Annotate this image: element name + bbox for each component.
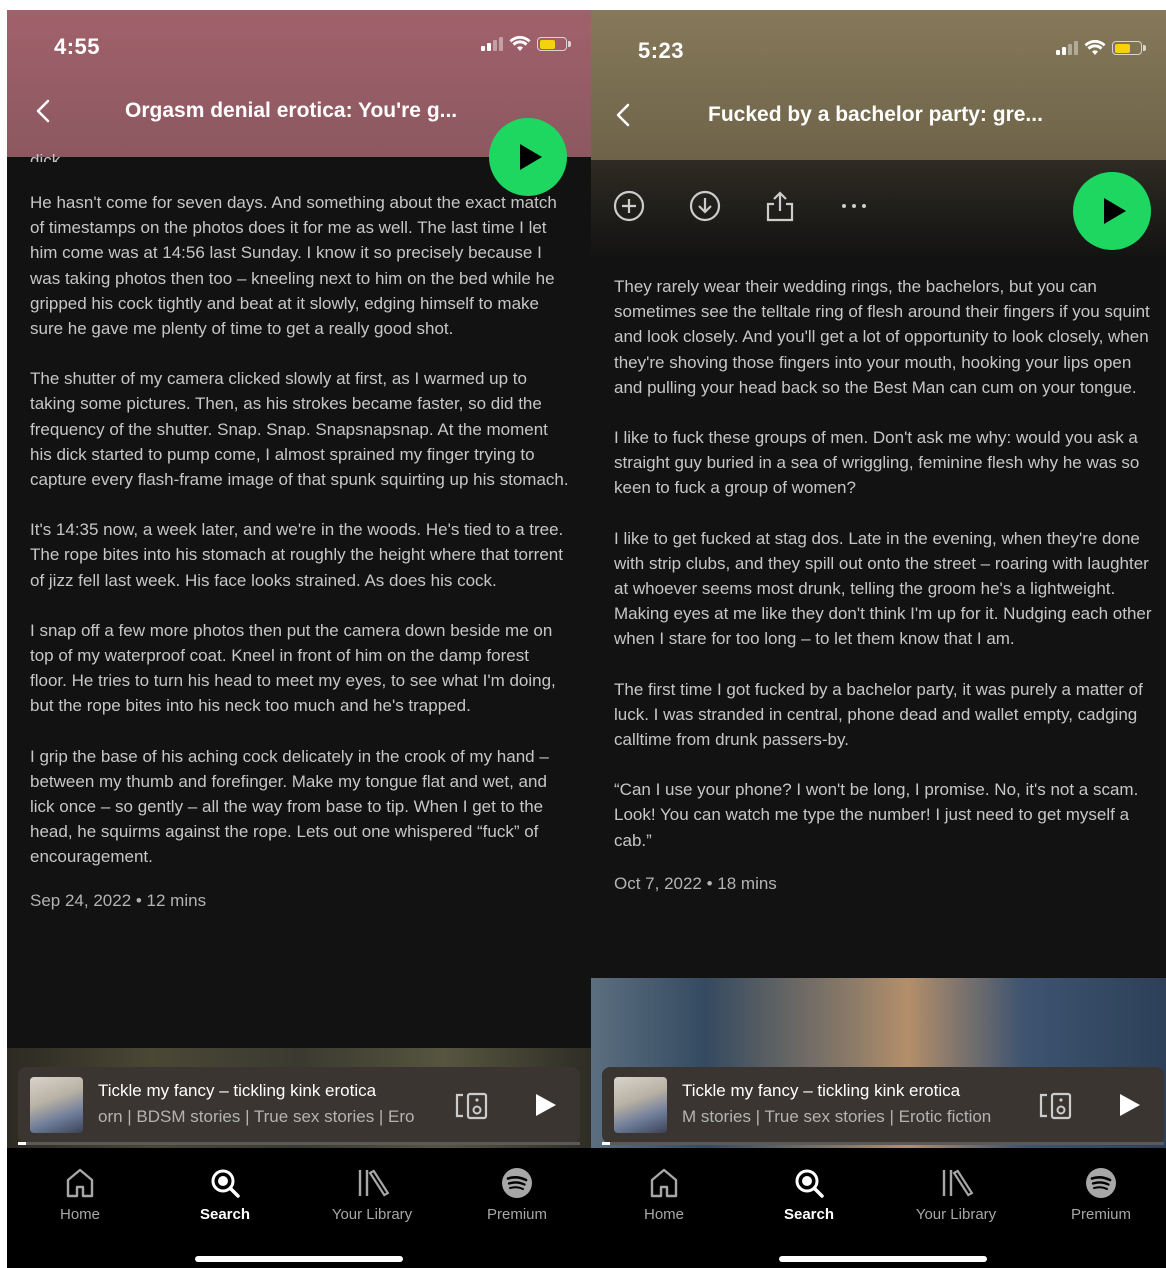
paragraph: I like to get fucked at stag dos. Late i… [614,528,1152,649]
nav-label: Premium [1070,1206,1131,1223]
nav-label: Your Library [331,1206,413,1223]
wifi-icon [1084,40,1106,55]
mini-player-subtitle: M stories | True sex stories | Erotic fi… [682,1107,992,1126]
mini-player[interactable]: Tickle my fancy – tickling kink erotica … [18,1067,580,1143]
nav-label: Search [783,1206,835,1223]
nav-home[interactable]: Home [604,1166,724,1223]
status-icons [481,36,571,52]
share-icon[interactable] [765,190,795,222]
nav-home[interactable]: Home [20,1166,140,1223]
device-icon[interactable] [1038,1091,1074,1121]
paragraph: They rarely wear their wedding rings, th… [614,277,1150,397]
back-chevron-icon[interactable] [611,102,635,128]
home-icon [66,1168,94,1198]
episode-meta: Oct 7, 2022 • 18 mins [614,873,777,893]
nav-premium[interactable]: Premium [1041,1166,1161,1223]
library-icon [942,1169,973,1197]
back-chevron-icon[interactable] [31,98,55,124]
nav-label: Home [59,1206,100,1223]
paragraph: The first time I got fucked by a bachelo… [614,679,1143,750]
right-screen: 5:23 Fucked by a bachelor party: gre... … [591,10,1166,1268]
mini-play-icon[interactable] [1120,1094,1140,1116]
play-icon [1104,198,1126,224]
wifi-icon [509,36,531,51]
battery-icon [537,37,571,51]
nav-label: Your Library [915,1206,997,1223]
bottom-nav: Home Search Your Library Premium [591,1148,1166,1268]
episode-header: 5:23 Fucked by a bachelor party: gre... [591,10,1166,160]
episode-description: dick. He hasn't come for seven days. And… [30,151,570,913]
more-icon[interactable] [839,190,869,222]
status-icons [1056,40,1146,56]
mini-play-icon[interactable] [536,1094,556,1116]
mini-player-artwork [30,1077,83,1133]
signal-icon [481,37,503,51]
nav-label: Home [643,1206,684,1223]
spotify-icon [1086,1168,1116,1198]
mini-player-title: Tickle my fancy – tickling kink erotica [682,1081,961,1100]
nav-search[interactable]: Search [749,1166,869,1223]
paragraph: I snap off a few more photos then put th… [30,620,556,716]
paragraph: It's 14:35 now, a week later, and we're … [30,520,564,590]
cut-off-text: dick. [30,151,65,162]
episode-title: Fucked by a bachelor party: gre... [708,103,1043,126]
nav-library[interactable]: Your Library [896,1166,1016,1223]
home-indicator [195,1256,403,1262]
paragraph: I grip the base of his aching cock delic… [30,746,549,867]
mini-player-artwork [614,1077,667,1133]
home-indicator [779,1256,987,1262]
download-icon[interactable] [689,190,721,222]
mini-player-title: Tickle my fancy – tickling kink erotica [98,1081,377,1100]
play-button[interactable] [1073,172,1151,250]
left-screen: 4:55 Orgasm denial erotica: You're g... … [7,10,591,1268]
nav-premium[interactable]: Premium [457,1166,577,1223]
playback-progress [602,1142,1164,1145]
episode-meta: Sep 24, 2022 • 12 mins [30,890,207,910]
spotify-icon [502,1168,532,1198]
battery-icon [1112,41,1146,55]
nav-search[interactable]: Search [165,1166,285,1223]
playback-progress [18,1142,580,1145]
paragraph: The shutter of my camera clicked slowly … [30,369,569,490]
search-icon [211,1169,240,1198]
device-icon[interactable] [454,1091,490,1121]
nav-label: Search [199,1206,251,1223]
status-time: 4:55 [54,34,101,59]
paragraph: “Can I use your phone? I won't be long, … [614,780,1139,850]
play-button[interactable] [489,118,567,196]
nav-label: Premium [486,1206,547,1223]
home-icon [650,1168,678,1198]
nav-library[interactable]: Your Library [312,1166,432,1223]
search-icon [795,1169,824,1198]
paragraph: He hasn't come for seven days. And somet… [30,193,557,339]
episode-actions [613,190,869,222]
bottom-nav: Home Search Your Library Premium [7,1148,591,1268]
episode-title: Orgasm denial erotica: You're g... [125,99,458,122]
paragraph: I like to fuck these groups of men. Don'… [614,428,1140,498]
signal-icon [1056,41,1078,55]
episode-description: They rarely wear their wedding rings, th… [614,274,1154,896]
mini-player-subtitle: orn | BDSM stories | True sex stories | … [98,1107,415,1126]
mini-player[interactable]: Tickle my fancy – tickling kink erotica … [602,1067,1164,1143]
status-time: 5:23 [638,38,685,63]
play-icon [520,144,542,170]
add-circle-icon[interactable] [613,190,645,222]
library-icon [358,1169,389,1197]
